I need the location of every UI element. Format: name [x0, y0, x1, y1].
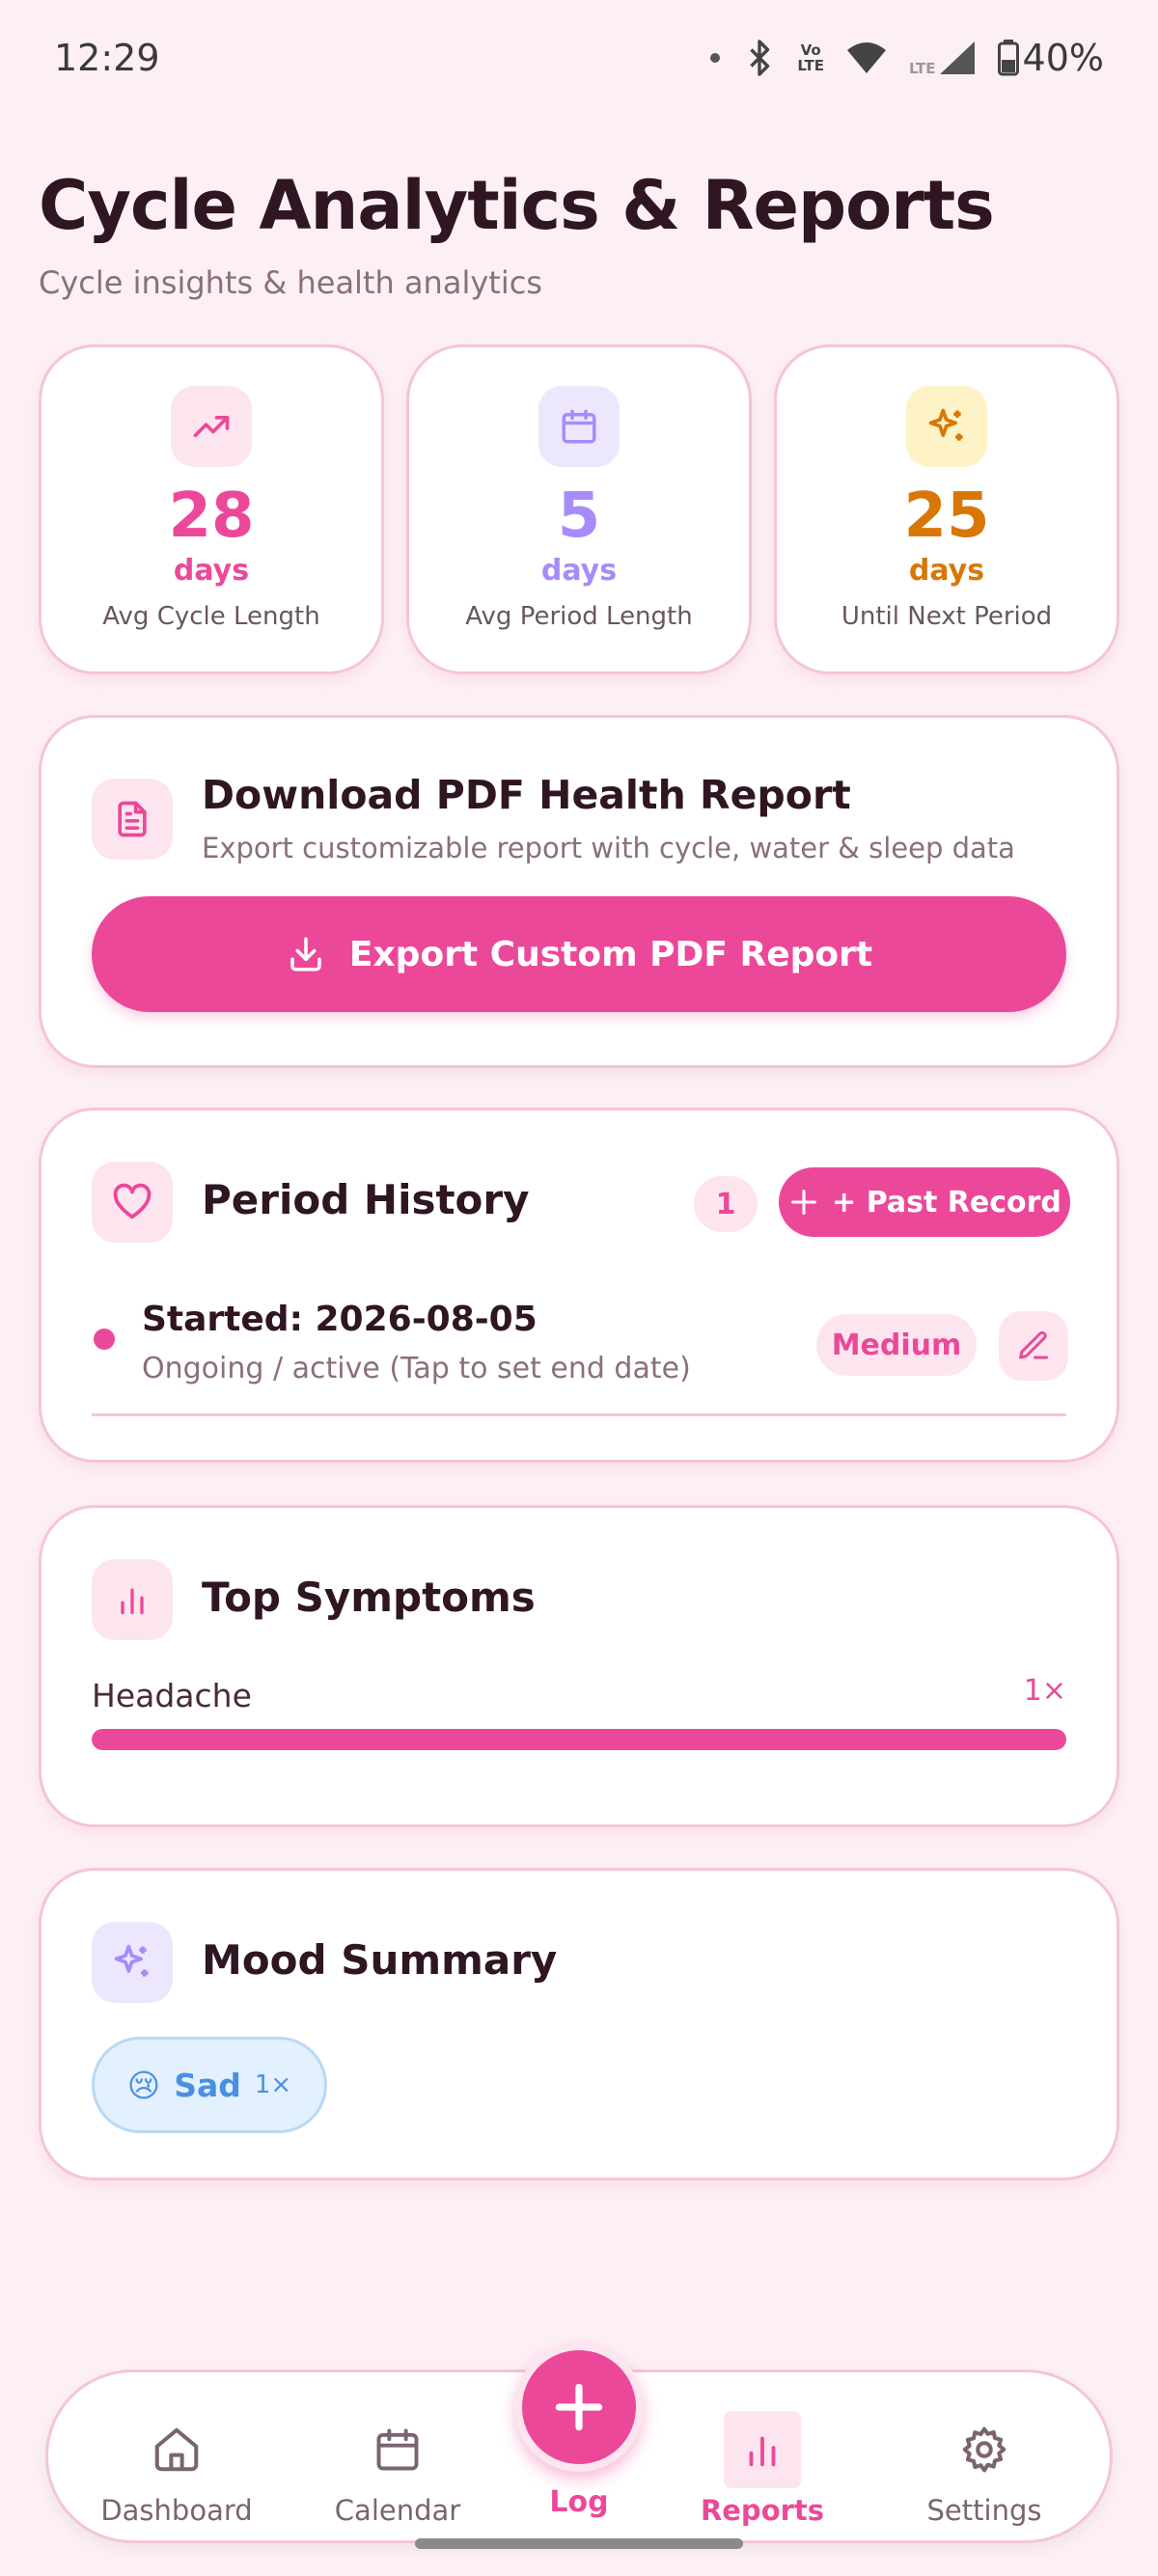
- flow-badge: Medium: [816, 1314, 977, 1376]
- history-start-date: Started: 2026-08-05: [142, 1300, 538, 1339]
- nav-calendar[interactable]: Calendar: [301, 2372, 494, 2546]
- page-subtitle: Cycle insights & health analytics: [39, 264, 542, 301]
- log-fab-button[interactable]: [514, 2343, 644, 2472]
- plus-icon: [791, 1190, 817, 1215]
- signal-icon: LTE: [909, 40, 977, 76]
- pdf-report-card: Download PDF Health Report Export custom…: [39, 715, 1119, 1068]
- add-past-record-button[interactable]: + Past Record: [779, 1167, 1070, 1237]
- stat-unit: days: [908, 554, 985, 588]
- nav-settings[interactable]: Settings: [888, 2372, 1081, 2546]
- gear-icon: [946, 2411, 1023, 2488]
- heart-icon: [92, 1162, 173, 1243]
- volte-icon: Vo LTE: [797, 42, 824, 73]
- stat-value: 5: [557, 480, 601, 552]
- record-count-badge: 1: [694, 1176, 758, 1232]
- bar-chart-icon: [92, 1559, 173, 1640]
- divider: [92, 1413, 1066, 1416]
- add-past-record-label: + Past Record: [832, 1185, 1062, 1219]
- lte-label: LTE: [908, 60, 936, 77]
- battery: 40%: [997, 37, 1104, 79]
- volte-bottom: LTE: [797, 57, 824, 74]
- page-title: Cycle Analytics & Reports: [39, 166, 995, 245]
- mood-summary-title: Mood Summary: [202, 1936, 558, 1984]
- stat-label: Until Next Period: [841, 602, 1053, 631]
- nav-label: Dashboard: [100, 2494, 253, 2527]
- sparkles-icon: [906, 386, 987, 467]
- stat-unit: days: [540, 554, 618, 588]
- pdf-report-title: Download PDF Health Report: [202, 772, 851, 818]
- nav-log-label[interactable]: Log: [514, 2485, 644, 2519]
- mood-count: 1×: [254, 2070, 292, 2099]
- stat-value: 25: [903, 480, 990, 552]
- period-history-title: Period History: [202, 1176, 530, 1223]
- status-time: 12:29: [54, 37, 160, 79]
- top-symptoms-card: Top Symptoms Headache 1×: [39, 1505, 1119, 1827]
- pdf-report-subtitle: Export customizable report with cycle, w…: [202, 832, 1015, 864]
- calendar-icon: [359, 2411, 436, 2488]
- history-status[interactable]: Ongoing / active (Tap to set end date): [142, 1352, 691, 1385]
- top-symptoms-title: Top Symptoms: [202, 1574, 536, 1621]
- bluetooth-icon: [743, 39, 776, 77]
- stat-label: Avg Cycle Length: [102, 602, 320, 631]
- nav-reports[interactable]: Reports: [666, 2372, 859, 2546]
- nav-label: Calendar: [334, 2494, 461, 2527]
- active-dot: [94, 1329, 115, 1350]
- symptom-count: 1×: [1023, 1674, 1066, 1708]
- wifi-icon: [845, 41, 888, 75]
- bar-chart-icon: [724, 2411, 801, 2488]
- export-pdf-label: Export Custom PDF Report: [348, 934, 873, 974]
- mood-label: Sad: [174, 2066, 241, 2104]
- stat-card-next-period: 25 days Until Next Period: [774, 344, 1119, 674]
- battery-level: 40%: [1022, 37, 1104, 79]
- download-icon: [290, 937, 321, 972]
- mood-summary-card: Mood Summary 😢 Sad 1×: [39, 1868, 1119, 2180]
- symptom-bar: [92, 1729, 1066, 1750]
- export-pdf-button[interactable]: Export Custom PDF Report: [92, 896, 1066, 1012]
- status-icons: Vo LTE LTE 40%: [708, 37, 1104, 79]
- edit-entry-button[interactable]: [999, 1311, 1068, 1381]
- nav-label: Settings: [926, 2494, 1042, 2527]
- symptom-name: Headache: [92, 1677, 252, 1714]
- stat-card-period-length: 5 days Avg Period Length: [406, 344, 752, 674]
- plus-icon: [555, 2383, 603, 2431]
- stat-unit: days: [173, 554, 250, 588]
- sparkles-icon: [92, 1922, 173, 2003]
- status-bar: 12:29 Vo LTE LTE 40%: [0, 0, 1158, 116]
- home-indicator[interactable]: [415, 2538, 743, 2549]
- battery-icon: [997, 40, 1019, 76]
- nav-label: Reports: [700, 2494, 825, 2527]
- trending-up-icon: [171, 386, 252, 467]
- stat-card-cycle-length: 28 days Avg Cycle Length: [39, 344, 384, 674]
- stat-label: Avg Period Length: [465, 602, 693, 631]
- period-history-card: Period History 1 + Past Record Started: …: [39, 1108, 1119, 1463]
- calendar-icon: [538, 386, 620, 467]
- stat-value: 28: [168, 480, 255, 552]
- notification-dot-icon: [708, 51, 722, 65]
- crying-face-icon: 😢: [126, 2066, 161, 2104]
- mood-chip-sad: 😢 Sad 1×: [92, 2037, 327, 2133]
- nav-dashboard[interactable]: Dashboard: [80, 2372, 273, 2546]
- home-icon: [138, 2411, 215, 2488]
- pencil-icon: [1019, 1330, 1048, 1359]
- document-icon: [92, 779, 173, 860]
- symptom-bar-fill: [92, 1729, 1066, 1750]
